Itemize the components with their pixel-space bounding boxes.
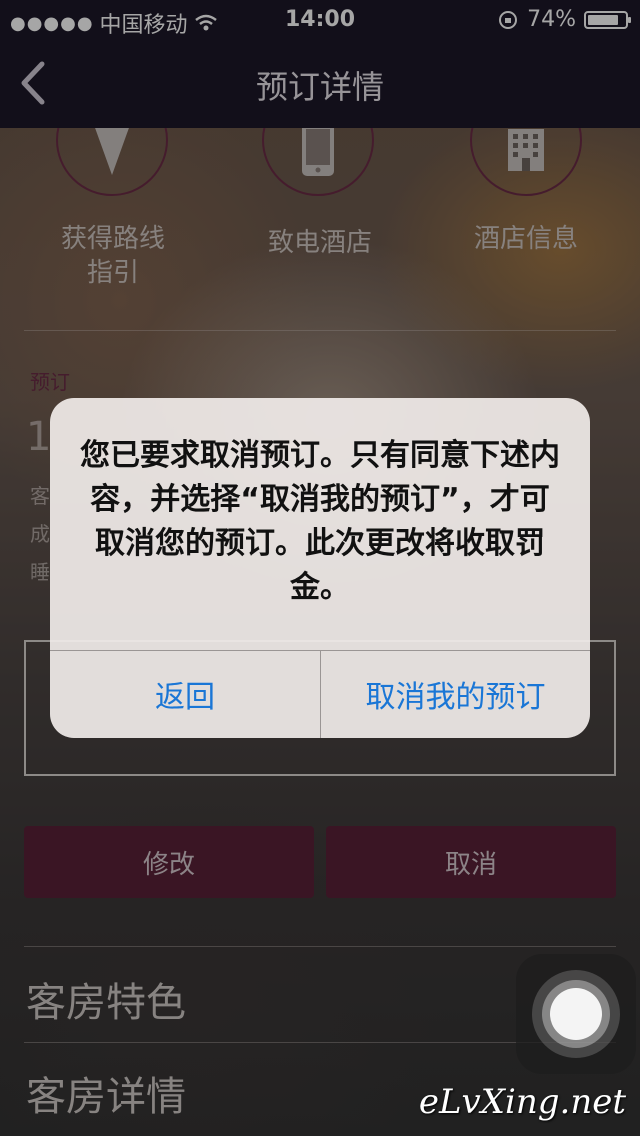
alert-confirm-cancel-button[interactable]: 取消我的预订 <box>321 650 590 738</box>
cancel-confirmation-alert: 您已要求取消预订。只有同意下述内容，并选择“取消我的预订”，才可取消您的预订。此… <box>50 398 590 738</box>
alert-message: 您已要求取消预订。只有同意下述内容，并选择“取消我的预订”，才可取消您的预订。此… <box>80 438 560 605</box>
assistive-touch-button[interactable] <box>516 954 636 1074</box>
alert-back-button[interactable]: 返回 <box>50 650 320 738</box>
watermark: eLvXing.net <box>418 1082 626 1122</box>
